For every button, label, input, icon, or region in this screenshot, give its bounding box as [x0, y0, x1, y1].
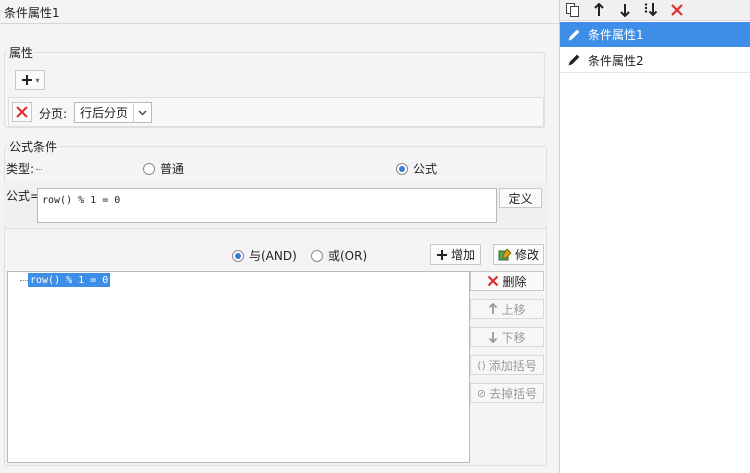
plus-icon	[20, 73, 34, 87]
radio-normal-circle	[143, 162, 155, 175]
red-x-icon	[15, 105, 29, 119]
move-down-label: 下移	[501, 330, 526, 345]
formula-input-text: row() % 1 = 0	[42, 195, 121, 206]
add-condition-label: 增加	[450, 248, 475, 262]
type-formula-label: 公式	[413, 162, 438, 176]
condition-list-toolbar	[560, 0, 750, 21]
modify-icon	[498, 247, 512, 262]
remove-property-button[interactable]	[12, 102, 32, 122]
add-bracket-button[interactable]: () 添加括号	[470, 355, 544, 375]
condition-item-label: 条件属性1	[588, 28, 644, 42]
type-radio-formula[interactable]: 公式	[396, 160, 437, 177]
add-condition-button[interactable]: 增加	[430, 244, 481, 265]
move-condition-down-button[interactable]	[612, 0, 638, 20]
and-label: 与(AND)	[249, 249, 297, 263]
remove-brackets-icon: ⊘	[476, 386, 487, 400]
add-bracket-label: 添加括号	[488, 358, 537, 373]
radio-formula-circle	[396, 162, 408, 175]
type-label-underline	[36, 169, 42, 170]
condition-item-1[interactable]: 条件属性1	[560, 22, 750, 47]
page-label: 分页:	[39, 107, 68, 121]
arrow-up-icon	[488, 303, 498, 315]
formula-input[interactable]: row() % 1 = 0	[37, 188, 497, 223]
formula-divider	[5, 228, 546, 229]
move-up-label: 上移	[501, 302, 526, 317]
move-condition-bottom-button[interactable]	[638, 0, 664, 20]
move-condition-up-button[interactable]	[586, 0, 612, 20]
arrow-down-icon	[488, 331, 498, 343]
condition-item-label: 条件属性2	[588, 53, 644, 68]
add-property-button[interactable]: ▾	[15, 70, 45, 90]
move-down-button[interactable]: 下移	[470, 327, 544, 347]
remove-bracket-button[interactable]: ⊘ 去掉括号	[470, 383, 544, 403]
condition-editor-panel: 条件属性1 属性 ▾ 分页: 行后分页 公式条件 类型: 普通 公式 公式= r…	[0, 0, 559, 473]
or-radio[interactable]: 或(OR)	[311, 247, 367, 264]
formula-label: 公式=	[6, 189, 41, 203]
pencil-icon	[560, 28, 588, 42]
editor-title: 条件属性1	[4, 6, 60, 20]
red-x-icon	[670, 3, 684, 17]
arrow-up-icon	[593, 3, 605, 17]
copy-icon	[565, 2, 581, 18]
type-normal-label: 普通	[160, 162, 185, 176]
dropdown-arrow-icon: ▾	[35, 75, 40, 85]
remove-bracket-label: 去掉括号	[489, 386, 538, 401]
type-label: 类型:	[6, 162, 35, 176]
chevron-down-icon	[133, 103, 151, 122]
pencil-icon	[560, 53, 588, 67]
and-radio-circle	[232, 249, 244, 262]
delete-label: 删除	[502, 274, 527, 289]
or-label: 或(OR)	[328, 249, 368, 263]
delete-condition-button[interactable]	[664, 0, 690, 20]
arrow-down-icon	[619, 3, 631, 17]
define-button-label: 定义	[508, 191, 533, 206]
copy-condition-button[interactable]	[560, 0, 586, 20]
and-radio[interactable]: 与(AND)	[232, 247, 297, 264]
condition-list-panel: 条件属性1 条件属性2	[559, 0, 750, 473]
condition-tree[interactable]: row() % 1 = 0	[7, 271, 470, 463]
tree-item[interactable]: row() % 1 = 0	[28, 273, 111, 287]
delete-x-icon	[487, 275, 499, 287]
or-radio-circle	[311, 249, 323, 262]
move-up-button[interactable]: 上移	[470, 299, 544, 319]
tree-item-text: row() % 1 = 0	[30, 274, 109, 286]
page-select-value: 行后分页	[80, 106, 129, 120]
define-button[interactable]: 定义	[499, 188, 542, 208]
condition-item-2[interactable]: 条件属性2	[560, 48, 750, 73]
modify-condition-label: 修改	[515, 248, 540, 262]
plus-icon	[436, 249, 448, 261]
tree-connector	[20, 280, 28, 281]
type-radio-normal[interactable]: 普通	[143, 160, 184, 177]
move-to-bottom-icon	[643, 2, 659, 18]
editor-title-bar: 条件属性1	[0, 0, 559, 24]
formula-condition-legend: 公式条件	[7, 138, 60, 155]
modify-condition-button[interactable]: 修改	[493, 244, 544, 265]
brackets-icon: ()	[477, 358, 486, 372]
page-select[interactable]: 行后分页	[74, 102, 152, 123]
delete-button[interactable]: 删除	[470, 271, 544, 291]
properties-legend: 属性	[7, 44, 36, 61]
